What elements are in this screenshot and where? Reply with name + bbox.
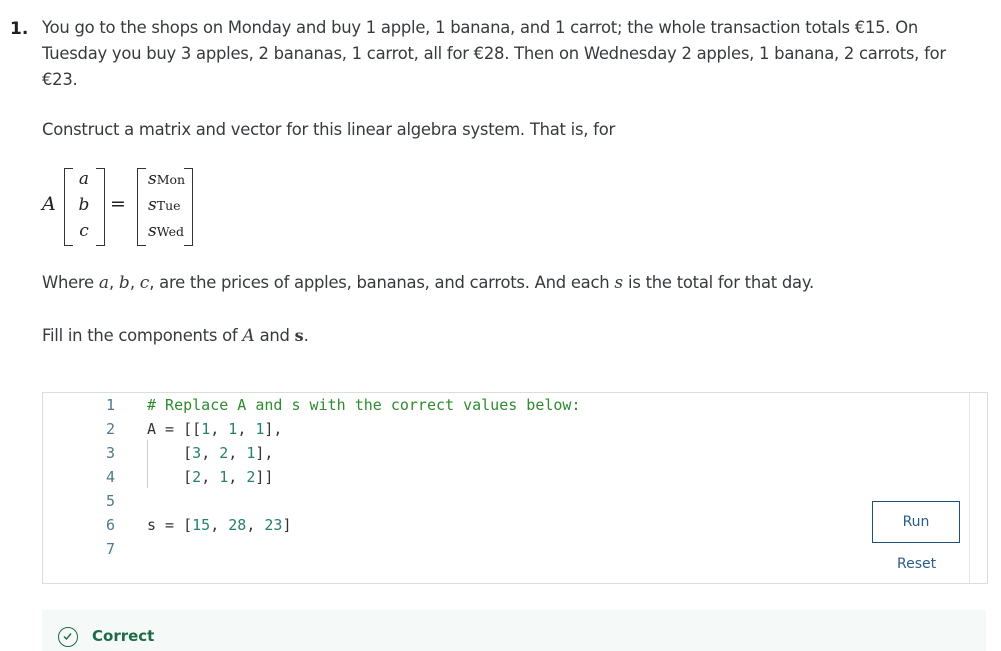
line-number: 6 <box>105 516 115 534</box>
feedback-status: Correct <box>92 627 155 645</box>
question-intro: You go to the shops on Monday and buy 1 … <box>42 18 946 89</box>
code-number: 2 <box>192 468 202 486</box>
feedback-panel: Correct <box>42 610 986 651</box>
code-token: s = [ <box>147 516 193 534</box>
code-line[interactable]: 3 [3, 2, 1], <box>43 441 987 465</box>
code-number: 1 <box>201 420 211 438</box>
unknowns-vector: a b c <box>72 166 96 244</box>
equals-sign: = <box>110 193 126 215</box>
code-token: A = [[ <box>147 420 202 438</box>
code-number: 28 <box>228 516 247 534</box>
code-text[interactable]: # Replace A and s with the correct value… <box>147 393 580 417</box>
line-number: 3 <box>105 444 115 462</box>
line-number: 1 <box>105 396 115 414</box>
code-token: ]] <box>255 468 274 486</box>
check-circle-icon <box>58 627 78 647</box>
code-line[interactable]: 2 A = [[1, 1, 1], <box>43 417 987 441</box>
code-editor[interactable]: 1 # Replace A and s with the correct valu… <box>42 392 988 584</box>
code-comment: # Replace A and s with the correct value… <box>147 396 581 414</box>
line-number: 2 <box>105 420 115 438</box>
right-bracket <box>96 168 105 246</box>
code-number: 2 <box>219 444 229 462</box>
code-token: ], <box>255 444 274 462</box>
fill-text: Fill in the components of A and s. <box>42 326 309 346</box>
code-token: ], <box>264 420 283 438</box>
code-text[interactable]: [3, 2, 1], <box>147 441 273 465</box>
code-number: 1 <box>228 420 238 438</box>
line-number: 4 <box>105 468 115 486</box>
line-number: 7 <box>105 540 115 558</box>
indent-guide <box>147 440 148 488</box>
code-text[interactable]: A = [[1, 1, 1], <box>147 417 282 441</box>
code-text[interactable]: [2, 1, 2]] <box>147 465 273 489</box>
question-instruction: Construct a matrix and vector for this l… <box>42 120 615 139</box>
code-number: 23 <box>264 516 283 534</box>
unknown-b: b <box>78 195 90 215</box>
code-number: 1 <box>219 468 229 486</box>
matrix-A: A <box>42 193 56 215</box>
code-token: [ <box>147 468 193 486</box>
where-text: Where a, b, c, are the prices of apples,… <box>42 273 814 293</box>
unknown-c: c <box>79 221 89 241</box>
code-line[interactable]: 7 <box>43 537 987 561</box>
line-number: 5 <box>105 492 115 510</box>
code-line[interactable]: 1 # Replace A and s with the correct valu… <box>43 393 987 417</box>
unknown-a: a <box>78 169 90 189</box>
code-text[interactable]: s = [15, 28, 23] <box>147 513 292 537</box>
code-token: ] <box>282 516 292 534</box>
question-number: 1. <box>10 19 29 39</box>
code-line[interactable]: 6 s = [15, 28, 23] <box>43 513 987 537</box>
code-number: 15 <box>192 516 211 534</box>
code-token: [ <box>147 444 193 462</box>
code-number: 3 <box>192 444 202 462</box>
reset-link[interactable]: Reset <box>897 556 936 572</box>
right-bracket <box>184 168 193 246</box>
run-button[interactable]: Run <box>872 501 960 543</box>
code-line[interactable]: 5 <box>43 489 987 513</box>
code-line[interactable]: 4 [2, 1, 2]] <box>43 465 987 489</box>
